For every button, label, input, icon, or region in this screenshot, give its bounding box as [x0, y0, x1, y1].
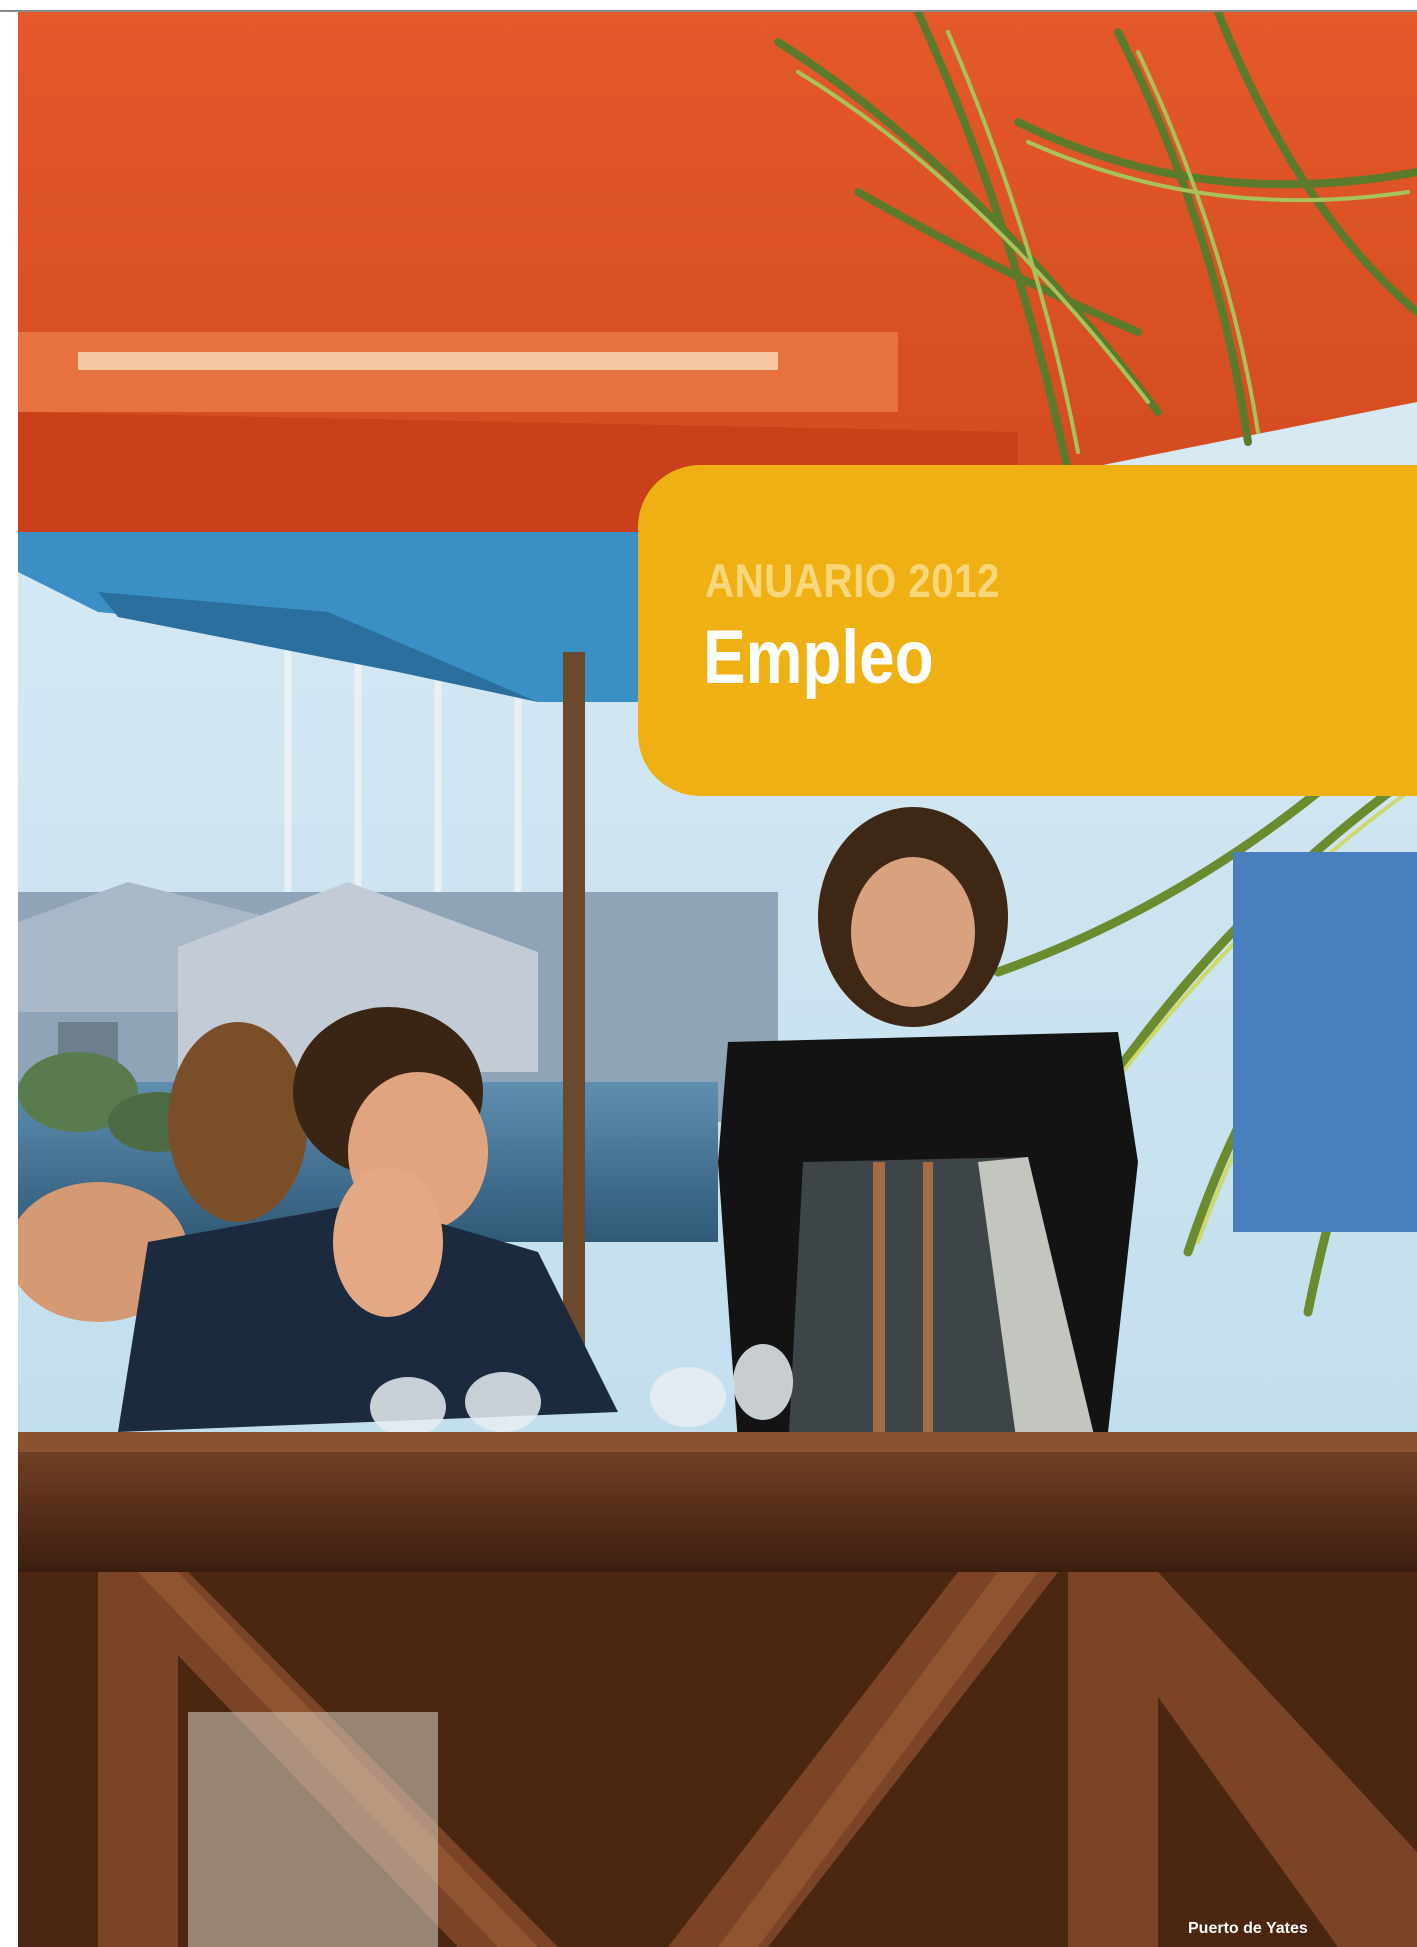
photo-caption: Puerto de Yates [1188, 1920, 1308, 1937]
cover-title: Empleo [703, 615, 934, 700]
cover-page: ANUARIO 2012 Empleo Puerto de Yates [0, 0, 1417, 1947]
cover-kicker: ANUARIO 2012 [705, 554, 1000, 607]
cover-photo [18, 12, 1417, 1947]
